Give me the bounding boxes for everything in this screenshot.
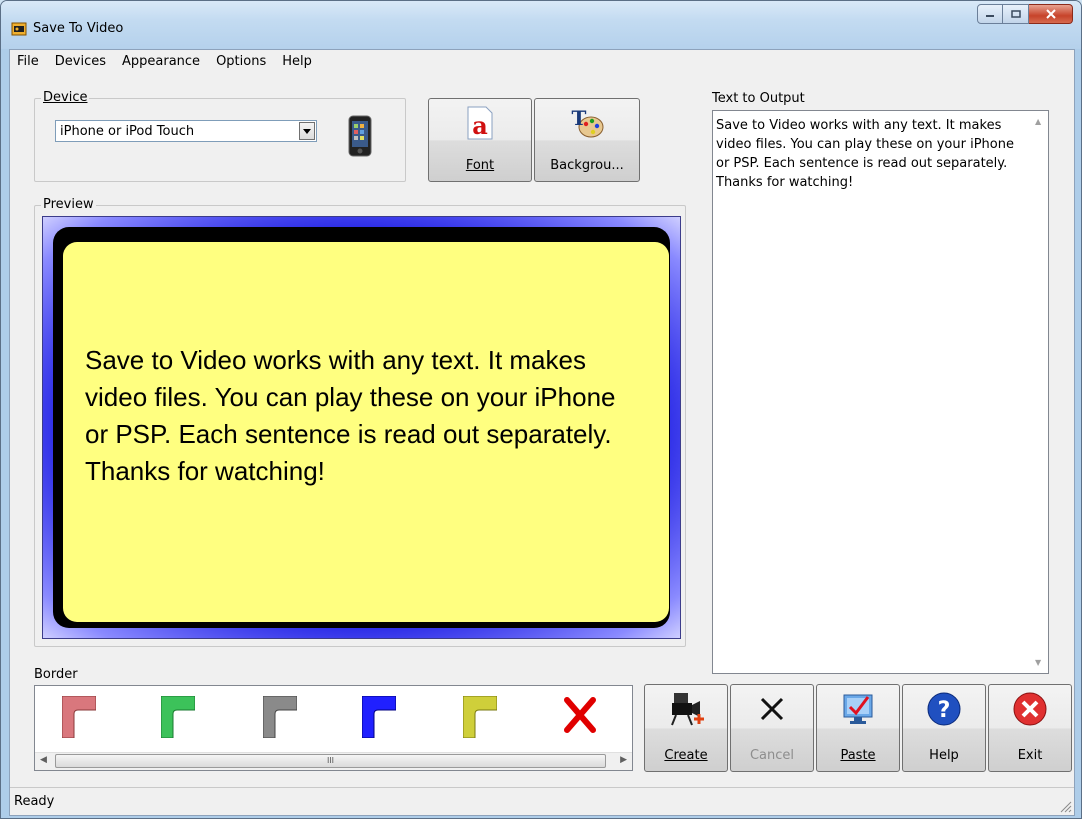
- text-output-value: Save to Video works with any text. It ma…: [716, 118, 1014, 190]
- client-area: File Devices Appearance Options Help Dev…: [9, 49, 1075, 816]
- vertical-scrollbar[interactable]: ▲ ▼: [1031, 111, 1048, 673]
- minimize-button[interactable]: [977, 4, 1003, 24]
- device-group: Device iPhone or iPod Touch: [34, 90, 406, 182]
- device-select[interactable]: iPhone or iPod Touch: [55, 120, 317, 142]
- app-window: Save To Video File Devices Appearance Op…: [0, 0, 1082, 819]
- background-button-label: Backgrou...: [550, 158, 624, 173]
- exit-button-label: Exit: [1017, 748, 1043, 763]
- menu-file[interactable]: File: [10, 54, 48, 69]
- scroll-right-icon[interactable]: ▶: [620, 755, 627, 765]
- maximize-icon: [1010, 10, 1021, 18]
- iphone-icon: [348, 115, 372, 157]
- create-button[interactable]: Create: [644, 684, 728, 772]
- font-button[interactable]: a Font: [428, 98, 532, 182]
- horizontal-scrollbar[interactable]: ◀ III ▶: [35, 752, 632, 770]
- exit-icon: [1013, 692, 1047, 726]
- create-video-icon: [671, 693, 704, 726]
- menu-appearance[interactable]: Appearance: [115, 54, 209, 69]
- text-output-label: Text to Output: [712, 91, 805, 106]
- cancel-button-label: Cancel: [749, 748, 795, 763]
- menu-help[interactable]: Help: [275, 54, 321, 69]
- border-yellow-swatch[interactable]: [463, 696, 497, 738]
- status-text: Ready: [14, 794, 55, 809]
- title-bar[interactable]: Save To Video: [1, 1, 1081, 49]
- status-bar: Ready: [10, 787, 1074, 815]
- scroll-up-icon[interactable]: ▲: [1035, 117, 1041, 126]
- border-gray-swatch[interactable]: [263, 696, 297, 738]
- chevron-down-icon[interactable]: [299, 122, 315, 140]
- cancel-icon: [760, 697, 784, 721]
- preview-canvas: Save to Video works with any text. It ma…: [42, 216, 681, 639]
- device-select-value: iPhone or iPod Touch: [60, 124, 195, 139]
- svg-text:?: ?: [938, 698, 951, 723]
- preview-card: Save to Video works with any text. It ma…: [63, 242, 669, 622]
- menu-devices[interactable]: Devices: [48, 54, 115, 69]
- svg-text:T: T: [572, 106, 587, 130]
- text-output-field[interactable]: Save to Video works with any text. It ma…: [712, 110, 1049, 674]
- background-icon: T: [572, 106, 604, 138]
- paste-button[interactable]: Paste: [816, 684, 900, 772]
- menu-options[interactable]: Options: [209, 54, 275, 69]
- preview-text: Save to Video works with any text. It ma…: [85, 345, 616, 486]
- font-icon: a: [467, 106, 493, 140]
- scrollbar-thumb[interactable]: III: [55, 754, 606, 768]
- maximize-button[interactable]: [1003, 4, 1029, 24]
- exit-button[interactable]: Exit: [988, 684, 1072, 772]
- close-icon: [1045, 9, 1056, 19]
- scroll-down-icon[interactable]: ▼: [1035, 658, 1041, 667]
- create-button-label: Create: [664, 748, 708, 763]
- border-label: Border: [34, 667, 78, 682]
- help-button[interactable]: ? Help: [902, 684, 986, 772]
- font-button-label: Font: [465, 158, 495, 173]
- device-group-label: Device: [41, 90, 90, 105]
- preview-group-label: Preview: [41, 197, 96, 212]
- scroll-left-icon[interactable]: ◀: [40, 755, 47, 765]
- paste-icon: [843, 694, 873, 724]
- help-button-label: Help: [929, 748, 959, 763]
- no-border-icon[interactable]: [563, 696, 597, 738]
- window-title: Save To Video: [33, 21, 124, 36]
- paste-button-label: Paste: [840, 748, 876, 763]
- app-icon: [11, 22, 27, 36]
- border-red-swatch[interactable]: [62, 696, 96, 738]
- resize-grip-icon[interactable]: [1058, 799, 1072, 813]
- close-button[interactable]: [1029, 4, 1073, 24]
- border-blue-swatch[interactable]: [362, 696, 396, 738]
- help-icon: ?: [927, 692, 961, 726]
- border-green-swatch[interactable]: [161, 696, 195, 738]
- menu-bar: File Devices Appearance Options Help: [10, 50, 1074, 72]
- cancel-button[interactable]: Cancel: [730, 684, 814, 772]
- svg-text:a: a: [472, 111, 488, 140]
- minimize-icon: [986, 15, 994, 17]
- border-picker: ◀ III ▶: [34, 685, 633, 771]
- background-button[interactable]: T Backgrou...: [534, 98, 640, 182]
